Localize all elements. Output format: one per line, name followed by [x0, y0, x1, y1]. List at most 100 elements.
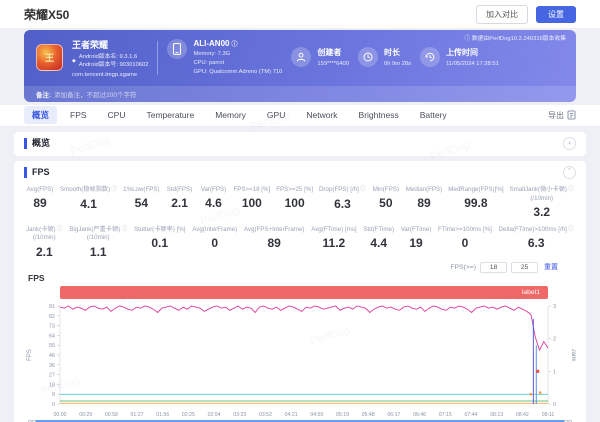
stat: Min(FPS) 50 — [372, 186, 400, 210]
stat-label-sub: (/10min) — [530, 194, 554, 202]
collapse-chevron-left-icon[interactable]: ‹ — [563, 137, 576, 151]
stat-value: 11.2 — [322, 235, 346, 250]
info-icon[interactable]: ⓘ — [121, 227, 127, 233]
page-title: 荣耀X50 — [24, 7, 70, 22]
info-icon[interactable]: ⓘ — [57, 227, 63, 233]
stat-label: Avg(FPS) — [26, 185, 54, 193]
tab-brightness[interactable]: Brightness — [351, 107, 407, 123]
x-axis-tick: 05:19 — [336, 412, 349, 418]
add-compare-button[interactable]: 加入对比 — [476, 4, 528, 24]
android-icon: ◆ — [72, 58, 76, 65]
clock-icon — [357, 47, 378, 68]
stat-value: 100 — [241, 195, 262, 210]
tab-fps[interactable]: FPS — [62, 107, 95, 123]
stat-label: SmallJank(微小卡顿)ⓘ (/10min) — [509, 185, 574, 202]
stat-value: 2.1 — [35, 244, 53, 259]
stat-label-sub: (/10min) — [32, 234, 56, 242]
x-axis-tick: 01:56 — [156, 412, 169, 418]
fps-threshold-low-input[interactable] — [480, 261, 507, 273]
phone-icon — [167, 39, 188, 60]
stat-value: 4.4 — [370, 235, 387, 250]
x-axis-tick: 00:58 — [105, 412, 118, 418]
reset-link[interactable]: 重置 — [544, 262, 558, 272]
stat-label: Avg(FTime) [ms] — [311, 225, 357, 233]
x-axis-tick: 03:23 — [233, 412, 246, 418]
stat: SmallJank(微小卡顿)ⓘ (/10min) 3.2 — [510, 186, 574, 219]
settings-button[interactable]: 设置 — [536, 5, 576, 23]
stat: Avg(FPS) 89 — [26, 186, 54, 210]
info-icon[interactable]: ⓘ — [568, 187, 574, 193]
stat-label: FPS>=25 [%] — [276, 185, 314, 193]
game-app-icon: 王 — [36, 44, 63, 72]
series-line-fps — [59, 304, 549, 351]
stat-label: FPS>=18 [%] — [233, 185, 271, 193]
history-clock-icon — [420, 47, 441, 68]
stat-label: Avg(FPS+InterFrame) — [243, 225, 305, 233]
tab-network[interactable]: Network — [298, 107, 345, 123]
stat-value: 2.1 — [171, 195, 188, 210]
creator-block: 创建者 159****6400 — [291, 47, 349, 69]
stat-value: 89 — [33, 195, 47, 210]
tab-cpu[interactable]: CPU — [100, 107, 134, 123]
stat-label: Min(FPS) — [372, 185, 399, 193]
right-axis-label: Jank — [570, 348, 576, 362]
export-label: 导出 — [548, 110, 564, 120]
info-icon[interactable]: ⓘ — [568, 227, 574, 233]
left-axis-tick: 0 — [52, 402, 55, 408]
stat-label: Drop(FPS) [/h]ⓘ — [318, 185, 366, 193]
stat: Avg(InterFrame) 0 — [192, 226, 237, 250]
tab-battery[interactable]: Battery — [412, 107, 455, 123]
stat: MedRange(FPS)[%] 99.8 — [448, 186, 503, 210]
right-axis-tick: 3 — [553, 304, 556, 310]
info-icon[interactable]: ⓘ — [231, 39, 237, 48]
export-button[interactable]: 导出 — [548, 110, 576, 121]
app-package: com.tencent.tmgp.sgame — [72, 71, 138, 78]
right-axis-tick: 1 — [553, 369, 556, 375]
stat-label: Median(FPS) — [405, 185, 443, 193]
stat-value: 0 — [211, 235, 219, 250]
tab-概览[interactable]: 概览 — [24, 106, 58, 125]
collapse-chevron-down-icon[interactable]: ˇ — [563, 166, 576, 180]
stat: FPS>=25 [%] 100 — [276, 186, 313, 210]
chart-label-banner[interactable]: label1 — [60, 285, 548, 299]
stat-label: MedRange(FPS)[%] — [448, 185, 504, 193]
x-axis-tick: 07:15 — [439, 412, 452, 418]
x-axis-tick: 06:17 — [387, 412, 400, 418]
stat-value: 89 — [417, 195, 431, 210]
stat-value: 50 — [379, 195, 393, 210]
x-axis-tick: 08:42 — [516, 412, 529, 418]
info-icon[interactable]: ⓘ — [360, 187, 366, 193]
tab-memory[interactable]: Memory — [207, 107, 254, 123]
fps-threshold-controls: FPS(>=) 重置 — [24, 260, 576, 273]
tab-gpu[interactable]: GPU — [259, 107, 293, 123]
creator-label: 创建者 — [317, 48, 342, 58]
jank-point — [529, 392, 533, 395]
x-axis-tick: 00:29 — [79, 412, 92, 418]
overview-section-title: 概览 — [24, 138, 50, 150]
tab-temperature[interactable]: Temperature — [139, 107, 203, 123]
top-bar: 荣耀X50 加入对比 设置 — [0, 0, 600, 28]
device-block: ALI-AN00 ⓘ Memory: 7.3G CPU: parrot GPU: … — [167, 39, 282, 76]
fps-line-chart[interactable]: 91 82 73 64 55 46 36 27 18 9 0 3 2 1 0 FPS Jank 00:00 00:2… — [24, 301, 576, 419]
stat: Drop(FPS) [/h]ⓘ 6.3 — [319, 186, 366, 211]
stat: Delta(FTime)>100ms [/h]ⓘ 6.3 — [499, 226, 574, 251]
stat-value: 0.1 — [151, 235, 169, 250]
stat-value: 19 — [409, 235, 423, 250]
note-field[interactable]: 备注: 添加备注，不超过200个字符 — [24, 85, 576, 102]
fps-section-title: FPS — [24, 167, 50, 179]
overview-section-card: 概览 ‹ — [14, 131, 586, 156]
stat-value: 100 — [284, 195, 305, 210]
jank-point — [538, 390, 542, 394]
x-axis-tick: 03:52 — [259, 412, 272, 418]
stat-label-sub: (/10min) — [86, 234, 110, 242]
left-axis-tick: 55 — [49, 343, 55, 349]
note-label: 备注: — [36, 91, 52, 99]
left-axis-tick: 9 — [52, 392, 55, 398]
stat: Std(FTime) 4.4 — [363, 226, 394, 250]
stat: Avg(FPS+InterFrame) 89 — [244, 226, 305, 250]
fps-threshold-high-input[interactable] — [511, 261, 538, 273]
info-icon[interactable]: ⓘ — [111, 187, 117, 193]
x-axis-tick: 00:00 — [54, 412, 67, 418]
stat-label: Avg(InterFrame) — [192, 225, 238, 233]
stat: Median(FPS) 89 — [406, 186, 442, 210]
